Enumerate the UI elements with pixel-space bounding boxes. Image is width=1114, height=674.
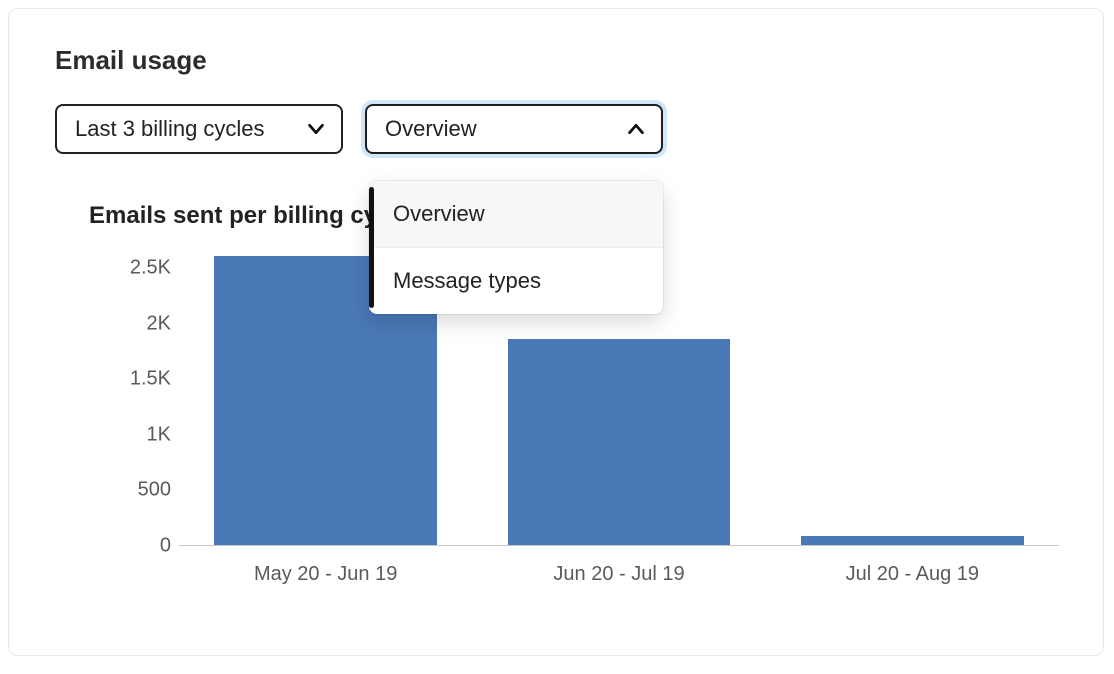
view-select[interactable]: Overview <box>365 104 663 154</box>
chart-bar <box>508 339 731 545</box>
view-select-label: Overview <box>385 116 477 142</box>
chevron-up-icon <box>625 118 647 140</box>
dropdown-option-message-types[interactable]: Message types <box>369 248 663 314</box>
y-tick-label: 2K <box>89 312 171 335</box>
dropdown-option-overview[interactable]: Overview <box>369 181 663 248</box>
range-select[interactable]: Last 3 billing cycles <box>55 104 343 154</box>
controls-row: Last 3 billing cycles Overview <box>55 104 1063 154</box>
y-tick-label: 2.5K <box>89 257 171 280</box>
chevron-down-icon <box>305 118 327 140</box>
y-tick-label: 1K <box>89 423 171 446</box>
range-select-label: Last 3 billing cycles <box>75 116 265 142</box>
y-tick-label: 0 <box>89 535 171 558</box>
x-tick-label: Jun 20 - Jul 19 <box>553 563 684 586</box>
chart-bar <box>801 536 1024 545</box>
view-dropdown: Overview Message types <box>369 181 663 314</box>
x-tick-label: Jul 20 - Aug 19 <box>846 563 979 586</box>
card-title: Email usage <box>55 45 1063 76</box>
x-tick-label: May 20 - Jun 19 <box>254 563 397 586</box>
y-tick-label: 1.5K <box>89 368 171 391</box>
y-tick-label: 500 <box>89 479 171 502</box>
email-usage-card: Email usage Last 3 billing cycles Overvi… <box>8 8 1104 656</box>
